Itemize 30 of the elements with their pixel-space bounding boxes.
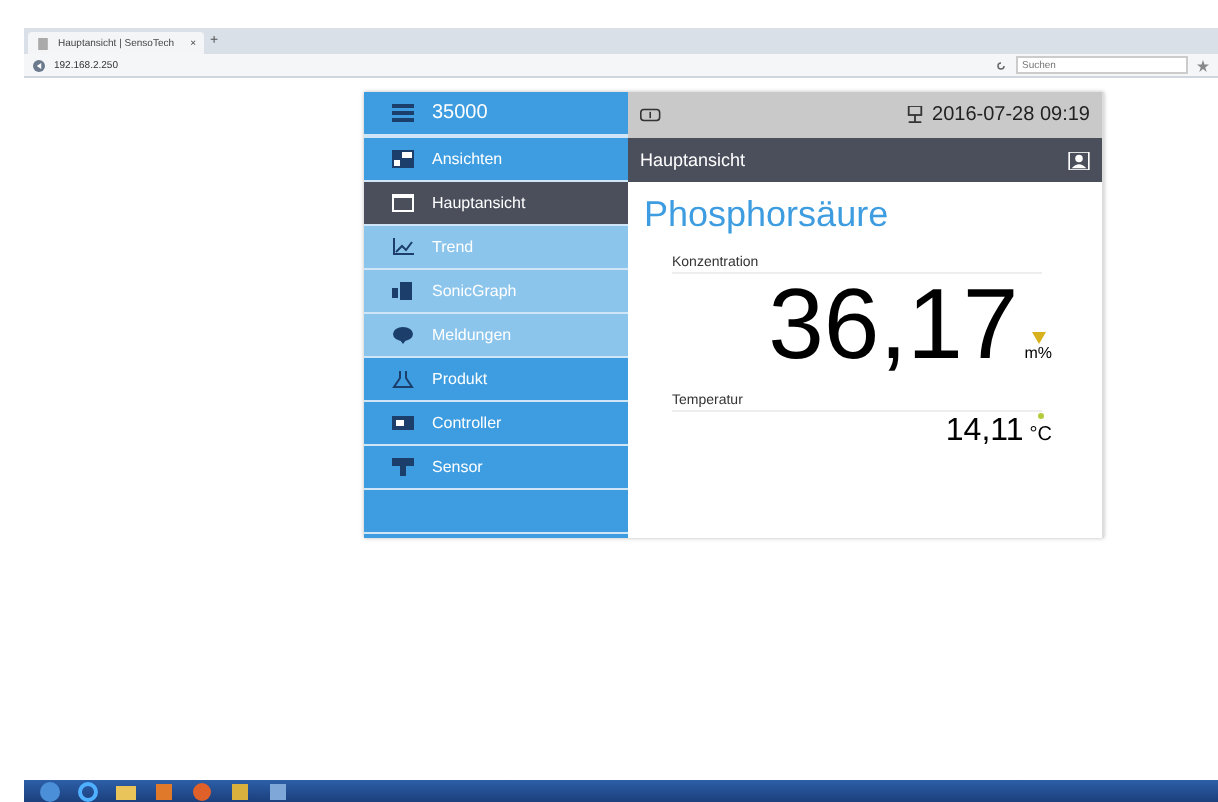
sidebar-item[interactable]: SonicGraph [364, 270, 628, 314]
star-icon[interactable] [1196, 59, 1210, 71]
sidebar-item[interactable]: Meldungen [364, 314, 628, 358]
page-icon [36, 37, 50, 49]
sensor-icon [392, 458, 414, 476]
window-icon [392, 194, 414, 212]
view-title: Hauptansicht [640, 150, 748, 170]
measurement-value: 14,11 [945, 412, 1024, 452]
unit-label: °C [1029, 424, 1052, 446]
speech-bubble-icon [392, 326, 414, 344]
menu-header-label: 35000 [432, 102, 488, 124]
grid-icon [392, 150, 414, 168]
sidebar-item[interactable]: Hauptansicht [364, 182, 628, 226]
network-icon [904, 106, 927, 124]
battery-icon[interactable] [640, 106, 662, 124]
unit-label: m% [1024, 344, 1052, 362]
start-orb-icon[interactable] [40, 781, 60, 801]
flask-icon [392, 370, 414, 388]
menu-icon [392, 104, 414, 122]
bar-graph-icon [392, 282, 414, 300]
back-icon[interactable] [32, 59, 46, 71]
controller-icon [392, 414, 414, 432]
user-icon[interactable] [1068, 151, 1090, 169]
line-chart-icon [392, 238, 414, 256]
date-time: 2016-07-28 09:19 [932, 104, 1090, 126]
reload-icon[interactable] [994, 59, 1008, 71]
folder-icon[interactable] [116, 781, 136, 801]
product-heading: Phosphorsäure [644, 194, 891, 236]
measurement-value: 36,17 [768, 274, 1019, 374]
sidebar-item[interactable]: Trend [364, 226, 628, 270]
